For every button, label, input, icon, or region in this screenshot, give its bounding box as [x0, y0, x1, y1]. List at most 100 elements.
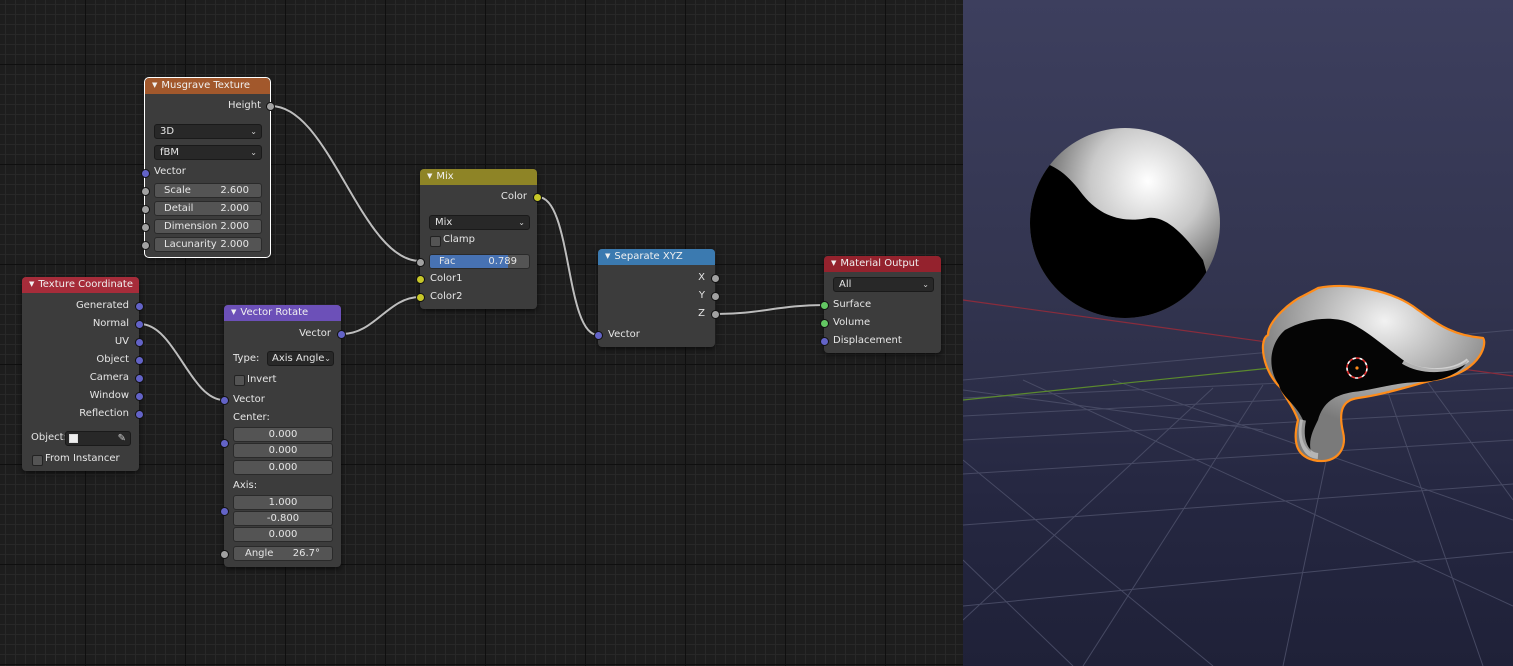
- dropdown-value: Mix: [435, 217, 453, 228]
- clamp-label: Clamp: [443, 234, 475, 245]
- node-editor[interactable]: ▼ Musgrave Texture Height 3D ⌄ fBM ⌄ Vector…: [0, 0, 963, 666]
- node-header-mix[interactable]: ▼ Mix: [420, 169, 537, 185]
- field-label: Angle: [245, 548, 274, 559]
- socket-input-volume[interactable]: [820, 319, 829, 328]
- node-vector-rotate[interactable]: ▼ Vector Rotate Vector Type: Axis Angle ⌄ …: [220, 305, 346, 567]
- socket-output-generated[interactable]: [135, 302, 144, 311]
- axis-y-field[interactable]: -0.800: [233, 511, 333, 526]
- input-label-color2: Color2: [430, 291, 463, 302]
- socket-input-vector[interactable]: [220, 396, 229, 405]
- socket-input-axis[interactable]: [220, 507, 229, 516]
- socket-input-color2[interactable]: [416, 293, 425, 302]
- socket-input-vector[interactable]: [594, 331, 603, 340]
- socket-output-height[interactable]: [266, 102, 275, 111]
- axis-x-field[interactable]: 1.000: [233, 495, 333, 510]
- socket-input-angle[interactable]: [220, 550, 229, 559]
- output-label-vector: Vector: [299, 328, 331, 339]
- socket-output-reflection[interactable]: [135, 410, 144, 419]
- rotation-type-dropdown[interactable]: Axis Angle ⌄: [267, 351, 334, 366]
- node-header-separate-xyz[interactable]: ▼ Separate XYZ: [598, 249, 715, 265]
- dimensions-dropdown[interactable]: 3D ⌄: [154, 124, 262, 139]
- chevron-down-icon: ⌄: [250, 127, 257, 136]
- axis-z-field[interactable]: 0.000: [233, 527, 333, 542]
- socket-input-dimension[interactable]: [141, 223, 150, 232]
- socket-input-displacement[interactable]: [820, 337, 829, 346]
- socket-input-color1[interactable]: [416, 275, 425, 284]
- collapse-triangle-icon[interactable]: ▼: [231, 308, 236, 316]
- node-title: Mix: [436, 171, 454, 182]
- output-label-camera: Camera: [89, 372, 129, 383]
- socket-output-object[interactable]: [135, 356, 144, 365]
- chevron-down-icon: ⌄: [922, 280, 929, 289]
- field-value: 0.000: [268, 529, 298, 540]
- socket-input-vector[interactable]: [141, 169, 150, 178]
- socket-output-uv[interactable]: [135, 338, 144, 347]
- output-label-uv: UV: [114, 336, 129, 347]
- socket-output-y[interactable]: [711, 292, 720, 301]
- socket-input-fac[interactable]: [416, 258, 425, 267]
- input-label-displacement: Displacement: [833, 335, 902, 346]
- socket-output-camera[interactable]: [135, 374, 144, 383]
- render-target-dropdown[interactable]: All ⌄: [833, 277, 934, 292]
- input-label-volume: Volume: [833, 317, 871, 328]
- output-label-window: Window: [89, 390, 129, 401]
- blend-mode-dropdown[interactable]: Mix ⌄: [429, 215, 530, 230]
- dropdown-value: Axis Angle: [272, 353, 325, 364]
- node-separate-xyz[interactable]: ▼ Separate XYZ X Y Z Vector: [594, 249, 720, 347]
- socket-output-vector[interactable]: [337, 330, 346, 339]
- socket-input-detail[interactable]: [141, 205, 150, 214]
- output-label-height: Height: [227, 100, 261, 111]
- collapse-triangle-icon[interactable]: ▼: [29, 280, 34, 288]
- fac-slider[interactable]: Fac 0.789: [429, 254, 530, 269]
- node-header-musgrave[interactable]: ▼ Musgrave Texture: [145, 78, 270, 94]
- viewport-scene: [963, 128, 1513, 666]
- field-value: 1.000: [268, 497, 298, 508]
- collapse-triangle-icon[interactable]: ▼: [831, 259, 836, 267]
- detail-field[interactable]: Detail 2.000: [154, 201, 262, 216]
- field-value: 0.789: [488, 256, 517, 267]
- socket-input-lacunarity[interactable]: [141, 241, 150, 250]
- output-label-normal: Normal: [92, 318, 129, 329]
- 3d-viewport[interactable]: [963, 0, 1513, 666]
- socket-input-scale[interactable]: [141, 187, 150, 196]
- scale-field[interactable]: Scale 2.600: [154, 183, 262, 198]
- socket-input-center[interactable]: [220, 439, 229, 448]
- output-label-z: Z: [698, 308, 705, 319]
- musgrave-type-dropdown[interactable]: fBM ⌄: [154, 145, 262, 160]
- node-title: Texture Coordinate: [38, 279, 133, 290]
- node-title: Material Output: [840, 258, 919, 269]
- socket-output-window[interactable]: [135, 392, 144, 401]
- from-instancer-checkbox[interactable]: [32, 455, 43, 466]
- output-label-color: Color: [500, 191, 527, 202]
- collapse-triangle-icon[interactable]: ▼: [152, 81, 157, 89]
- node-texture-coordinate[interactable]: ▼ Texture Coordinate Generated Normal UV …: [22, 277, 144, 471]
- center-x-field[interactable]: 0.000: [233, 427, 333, 442]
- socket-output-normal[interactable]: [135, 320, 144, 329]
- collapse-triangle-icon[interactable]: ▼: [427, 172, 432, 180]
- collapse-triangle-icon[interactable]: ▼: [605, 252, 610, 260]
- socket-output-z[interactable]: [711, 310, 720, 319]
- node-title: Separate XYZ: [614, 251, 683, 262]
- chevron-down-icon: ⌄: [250, 148, 257, 157]
- field-value: 2.600: [220, 185, 249, 196]
- center-y-field[interactable]: 0.000: [233, 443, 333, 458]
- center-z-field[interactable]: 0.000: [233, 460, 333, 475]
- node-mix[interactable]: ▼ Mix Color Mix ⌄ Clamp Fac 0.789 Color1 C…: [416, 169, 542, 309]
- angle-field[interactable]: Angle 26.7°: [233, 546, 333, 561]
- node-header-material-output[interactable]: ▼ Material Output: [824, 256, 941, 272]
- dropdown-value: fBM: [160, 147, 180, 158]
- field-value: 2.000: [220, 221, 249, 232]
- eyedropper-icon[interactable]: ✎: [118, 432, 126, 445]
- socket-input-surface[interactable]: [820, 301, 829, 310]
- object-picker-field[interactable]: ✎: [65, 431, 131, 446]
- node-header-vector-rotate[interactable]: ▼ Vector Rotate: [224, 305, 341, 321]
- invert-checkbox[interactable]: [234, 375, 245, 386]
- lacunarity-field[interactable]: Lacunarity 2.000: [154, 237, 262, 252]
- dimension-field[interactable]: Dimension 2.000: [154, 219, 262, 234]
- socket-output-color[interactable]: [533, 193, 542, 202]
- node-material-output[interactable]: ▼ Material Output All ⌄ Surface Volume Dis…: [820, 256, 941, 353]
- socket-output-x[interactable]: [711, 274, 720, 283]
- node-musgrave-texture[interactable]: ▼ Musgrave Texture Height 3D ⌄ fBM ⌄ Vector…: [141, 77, 275, 258]
- node-header-texture-coordinate[interactable]: ▼ Texture Coordinate: [22, 277, 139, 293]
- clamp-checkbox[interactable]: [430, 236, 441, 247]
